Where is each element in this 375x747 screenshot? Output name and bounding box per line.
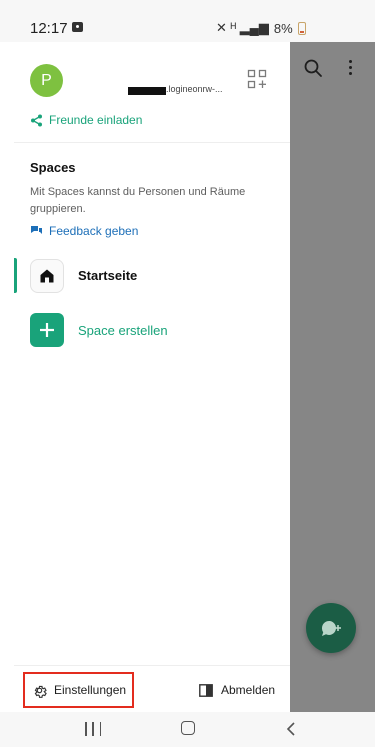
feedback-label: Feedback geben (49, 224, 139, 238)
settings-button[interactable]: Einstellungen (23, 672, 134, 708)
home-icon (40, 269, 54, 283)
system-home-button[interactable] (181, 721, 195, 735)
selected-indicator (14, 258, 17, 293)
qr-code-icon[interactable] (247, 69, 267, 89)
feedback-link[interactable]: Feedback geben (30, 224, 138, 238)
create-space-label[interactable]: Space erstellen (78, 323, 168, 338)
system-navigation-bar (0, 712, 375, 747)
invite-friends-link[interactable]: Freunde einladen (30, 113, 142, 127)
search-icon[interactable] (303, 58, 323, 78)
more-vert-icon[interactable] (346, 58, 354, 78)
home-space-label[interactable]: Startseite (78, 268, 137, 283)
home-space-avatar[interactable] (30, 259, 64, 293)
avatar[interactable]: P (30, 64, 63, 97)
new-chat-button[interactable] (306, 603, 356, 653)
battery-icon (297, 21, 306, 35)
spaces-heading: Spaces (30, 160, 76, 175)
back-icon[interactable] (284, 721, 298, 737)
settings-label: Einstellungen (54, 683, 127, 697)
navigation-drawer: P .logineonrw-... Freunde einladen Space… (14, 42, 290, 712)
logout-icon (199, 683, 213, 697)
redacted-username (128, 87, 166, 95)
gear-icon (34, 685, 47, 698)
create-space-button[interactable] (30, 313, 64, 347)
status-bar: 12:17 ✕ ᴴ ▂▄▆ 8% (0, 0, 375, 42)
new-chat-icon (321, 620, 341, 636)
logout-button[interactable]: Abmelden (199, 683, 275, 697)
signal-indicators: ✕ ᴴ ▂▄▆ (216, 20, 269, 35)
battery-percent: 8% (273, 20, 293, 36)
user-id: .logineonrw-... (166, 84, 223, 94)
plus-icon (40, 323, 54, 337)
spaces-description: Mit Spaces kannst du Personen und Räume … (30, 186, 246, 215)
footer-divider (14, 665, 290, 666)
status-time: 12:17 (30, 20, 68, 37)
gallery-notification-icon (72, 22, 83, 32)
invite-friends-label: Freunde einladen (49, 113, 143, 127)
chat-bubble-icon (31, 226, 42, 234)
status-indicators: ✕ ᴴ ▂▄▆ 8% (216, 20, 306, 36)
share-icon (31, 114, 42, 126)
divider (14, 142, 290, 143)
recent-apps-button[interactable] (85, 722, 101, 736)
logout-label: Abmelden (221, 683, 276, 697)
